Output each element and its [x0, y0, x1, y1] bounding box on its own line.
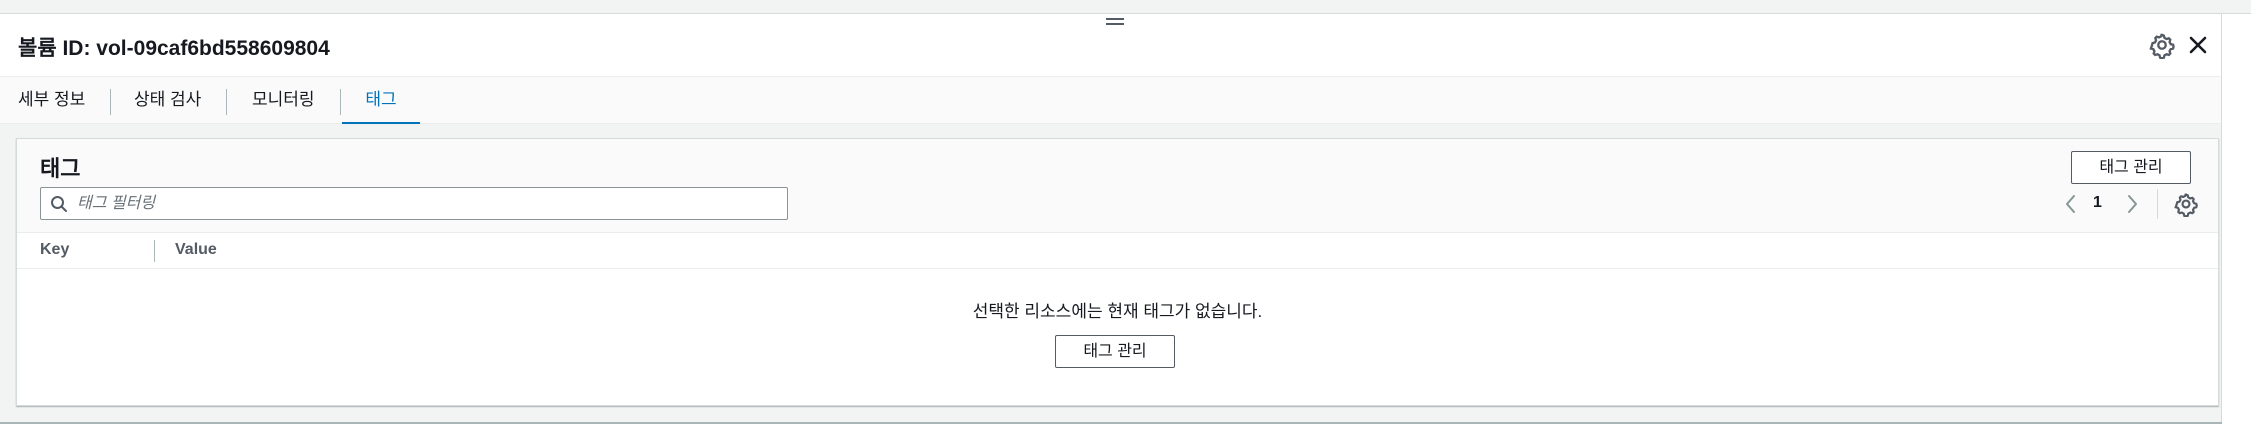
pagination-separator [2157, 189, 2158, 219]
tab-tags[interactable]: 태그 [342, 77, 420, 125]
manage-tags-button[interactable]: 태그 관리 [2071, 151, 2191, 184]
tab-separator [340, 89, 341, 115]
table-settings-icon[interactable] [2173, 191, 2199, 218]
tab-monitoring[interactable]: 모니터링 [252, 77, 315, 125]
panel-title: 볼륨 ID: vol-09caf6bd558609804 [18, 37, 330, 60]
tabs-bar: 세부 정보 상태 검사 모니터링 태그 [0, 76, 2222, 125]
empty-manage-tags-button[interactable]: 태그 관리 [1055, 335, 1175, 368]
empty-state-message: 선택한 리소스에는 현재 태그가 없습니다. [972, 302, 1263, 321]
tag-filter-input[interactable] [77, 192, 777, 216]
tags-header: 태그 태그 관리 1 [17, 139, 2218, 233]
section-title: 태그 [40, 156, 81, 181]
tab-details[interactable]: 세부 정보 [18, 77, 85, 125]
tag-filter-field[interactable] [40, 187, 788, 220]
chevron-right-icon[interactable] [2121, 191, 2143, 217]
column-header-key[interactable]: Key [40, 241, 69, 259]
tab-separator [110, 89, 111, 115]
top-strip [0, 0, 2251, 14]
column-header-value[interactable]: Value [175, 241, 217, 259]
close-icon[interactable] [2184, 31, 2212, 59]
column-resizer[interactable] [154, 240, 155, 262]
search-icon [50, 195, 68, 213]
chevron-left-icon[interactable] [2060, 191, 2082, 217]
panel-bottom-border [0, 422, 2222, 424]
tab-status-checks[interactable]: 상태 검사 [134, 77, 201, 125]
table-header: Key Value [17, 233, 2218, 269]
panel-header: 볼륨 ID: vol-09caf6bd558609804 [0, 14, 2222, 76]
page-number[interactable]: 1 [2093, 194, 2102, 212]
tab-separator [226, 89, 227, 115]
gear-icon[interactable] [2148, 31, 2176, 60]
tags-container: 태그 태그 관리 1 [16, 138, 2219, 406]
